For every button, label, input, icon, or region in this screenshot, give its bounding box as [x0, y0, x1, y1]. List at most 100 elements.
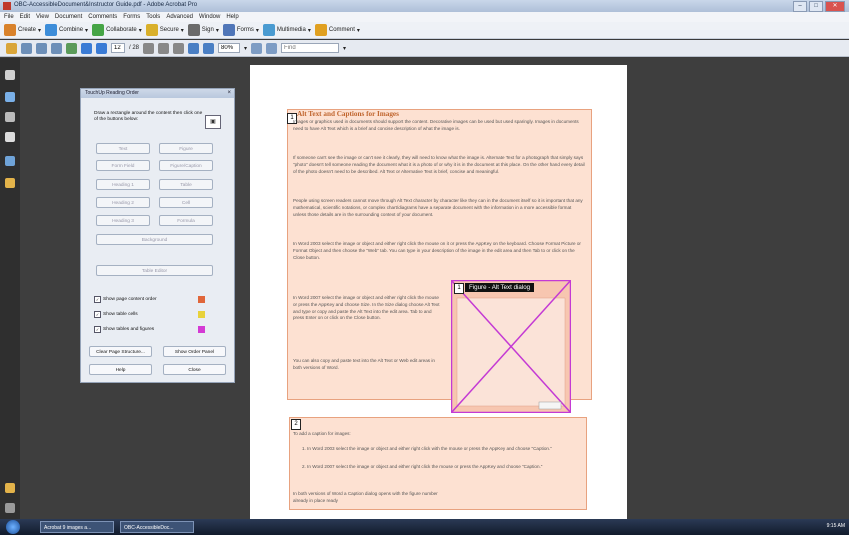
system-clock: 9:15 AM: [826, 523, 845, 529]
heading3-button[interactable]: Heading 3: [96, 215, 150, 226]
menu-window[interactable]: Window: [199, 14, 220, 20]
print-icon[interactable]: [21, 42, 32, 54]
zoom-dropdown-icon[interactable]: ▾: [244, 45, 247, 52]
minimize-button[interactable]: –: [793, 1, 807, 12]
title-bar: OBC-AccessibleDocument&Instructor Guide.…: [0, 0, 849, 12]
dialog-title: TouchUp Reading Order: [85, 90, 139, 96]
find-dropdown-icon[interactable]: ▾: [343, 45, 346, 52]
menu-document[interactable]: Document: [55, 14, 82, 20]
open-folder-icon[interactable]: [6, 42, 17, 54]
dialog-title-bar[interactable]: TouchUp Reading Order ×: [81, 89, 234, 98]
caption-step-2: 2. In Word 2007 select the image or obje…: [302, 464, 543, 469]
paragraph-4: In Word 2003 select the image or object …: [293, 241, 581, 260]
forms-icon: [222, 24, 235, 36]
fit-width-icon[interactable]: [266, 42, 278, 54]
menu-forms[interactable]: Forms: [123, 14, 140, 20]
sign-button[interactable]: Sign ▾: [187, 24, 219, 36]
dialog-close-button[interactable]: Close: [163, 364, 226, 375]
zoom-level-field[interactable]: [218, 43, 241, 53]
figure-caption-button[interactable]: Figure/Caption: [159, 160, 213, 171]
menu-comments[interactable]: Comments: [88, 14, 117, 20]
figure-region[interactable]: 1 Figure - Alt Text dialog: [451, 280, 571, 413]
form-field-button[interactable]: Form Field: [96, 160, 150, 171]
clear-page-structure-button[interactable]: Clear Page Structure...: [89, 346, 152, 357]
show-page-content-order-checkbox[interactable]: ✓ Show page content order: [94, 296, 157, 303]
table-cells-color[interactable]: [198, 311, 205, 318]
select-tool-icon[interactable]: [143, 42, 155, 54]
maximize-button[interactable]: □: [809, 1, 823, 12]
fit-page-icon[interactable]: [251, 42, 263, 54]
show-table-cells-checkbox[interactable]: ✓ Show table cells: [94, 311, 138, 318]
text-button[interactable]: Text: [96, 143, 150, 154]
dialog-instruction: Draw a rectangle around the content then…: [94, 111, 203, 123]
figure-cross-overlay: [451, 280, 571, 413]
paragraph-1: Images or graphics used in documents sho…: [293, 119, 579, 131]
menu-view[interactable]: View: [36, 14, 49, 20]
find-field[interactable]: [281, 43, 340, 53]
menu-tools[interactable]: Tools: [146, 14, 160, 20]
dialog-close-icon[interactable]: ×: [227, 89, 231, 98]
signatures-icon[interactable]: [5, 112, 15, 122]
lock-icon: [145, 24, 158, 36]
hand-tool-icon[interactable]: [158, 42, 170, 54]
taskbar-item-acrobat-doc[interactable]: OBC-AccessibleDoc...: [120, 521, 194, 533]
figure-button[interactable]: Figure: [159, 143, 213, 154]
menu-file[interactable]: File: [4, 14, 14, 20]
create-button[interactable]: Create ▾: [4, 24, 41, 36]
settings-icon[interactable]: [66, 42, 77, 54]
combine-button[interactable]: Combine ▾: [45, 24, 88, 36]
collaborate-icon: [92, 24, 105, 36]
next-page-icon[interactable]: [96, 42, 107, 54]
secure-button[interactable]: Secure ▾: [145, 24, 184, 36]
email-icon[interactable]: [51, 42, 62, 54]
multimedia-button[interactable]: Multimedia ▾: [262, 24, 311, 36]
page-total: / 28: [129, 45, 140, 51]
film-icon: [262, 24, 275, 36]
comment-button[interactable]: Comment ▾: [314, 24, 360, 36]
heading1-button[interactable]: Heading 1: [96, 179, 150, 190]
draw-rectangle-icon[interactable]: ▣: [205, 115, 221, 129]
windows-taskbar: Acrobat 9 images a... OBC-AccessibleDoc.…: [0, 519, 849, 535]
menu-advanced[interactable]: Advanced: [166, 14, 193, 20]
cell-button[interactable]: Cell: [159, 197, 213, 208]
table-editor-button[interactable]: Table Editor: [96, 265, 213, 276]
zoom-in-icon[interactable]: [203, 42, 215, 54]
forms-button[interactable]: Forms ▾: [222, 24, 259, 36]
table-button[interactable]: Table: [159, 179, 213, 190]
block-number-2: 2: [291, 419, 301, 430]
zoom-out-icon[interactable]: [188, 42, 200, 54]
heading2-button[interactable]: Heading 2: [96, 197, 150, 208]
paragraph-6: You can also copy and paste text into th…: [293, 358, 435, 370]
checkbox-check-icon: ✓: [94, 311, 101, 318]
figure-number: 1: [454, 283, 464, 294]
caption-intro: To add a caption for images:: [293, 431, 351, 436]
menu-edit[interactable]: Edit: [20, 14, 30, 20]
page-number-field[interactable]: [111, 43, 125, 53]
page-content-order-color[interactable]: [198, 296, 205, 303]
show-tables-figures-checkbox[interactable]: ✓ Show tables and figures: [94, 326, 154, 333]
caption-closing: In both versions of Word a Caption dialo…: [293, 491, 438, 503]
save-icon[interactable]: [36, 42, 47, 54]
formula-button[interactable]: Formula: [159, 215, 213, 226]
caption-step-1: 1. In Word 2003 select the image or obje…: [302, 446, 552, 451]
start-button[interactable]: [6, 520, 20, 534]
close-button[interactable]: ✕: [825, 1, 845, 12]
collaborate-button[interactable]: Collaborate ▾: [92, 24, 142, 36]
menu-help[interactable]: Help: [226, 14, 238, 20]
window-title: OBC-AccessibleDocument&Instructor Guide.…: [14, 2, 198, 8]
help-button[interactable]: Help: [89, 364, 152, 375]
bookmarks-icon[interactable]: [5, 92, 15, 102]
comments-panel-icon[interactable]: [5, 483, 15, 493]
layers-icon[interactable]: [5, 156, 15, 166]
background-button[interactable]: Background: [96, 234, 213, 245]
zoom-tool-icon[interactable]: [173, 42, 185, 54]
taskbar-item-acrobat-images[interactable]: Acrobat 9 images a...: [40, 521, 114, 533]
checkbox-label: Show page content order: [103, 297, 157, 302]
tags-icon[interactable]: [5, 178, 15, 188]
pages-icon[interactable]: [5, 70, 15, 80]
attachments-icon[interactable]: [5, 132, 15, 142]
show-order-panel-button[interactable]: Show Order Panel: [163, 346, 226, 357]
tables-figures-color[interactable]: [198, 326, 205, 333]
previous-page-icon[interactable]: [81, 42, 92, 54]
attach-clip-icon[interactable]: [5, 503, 15, 513]
